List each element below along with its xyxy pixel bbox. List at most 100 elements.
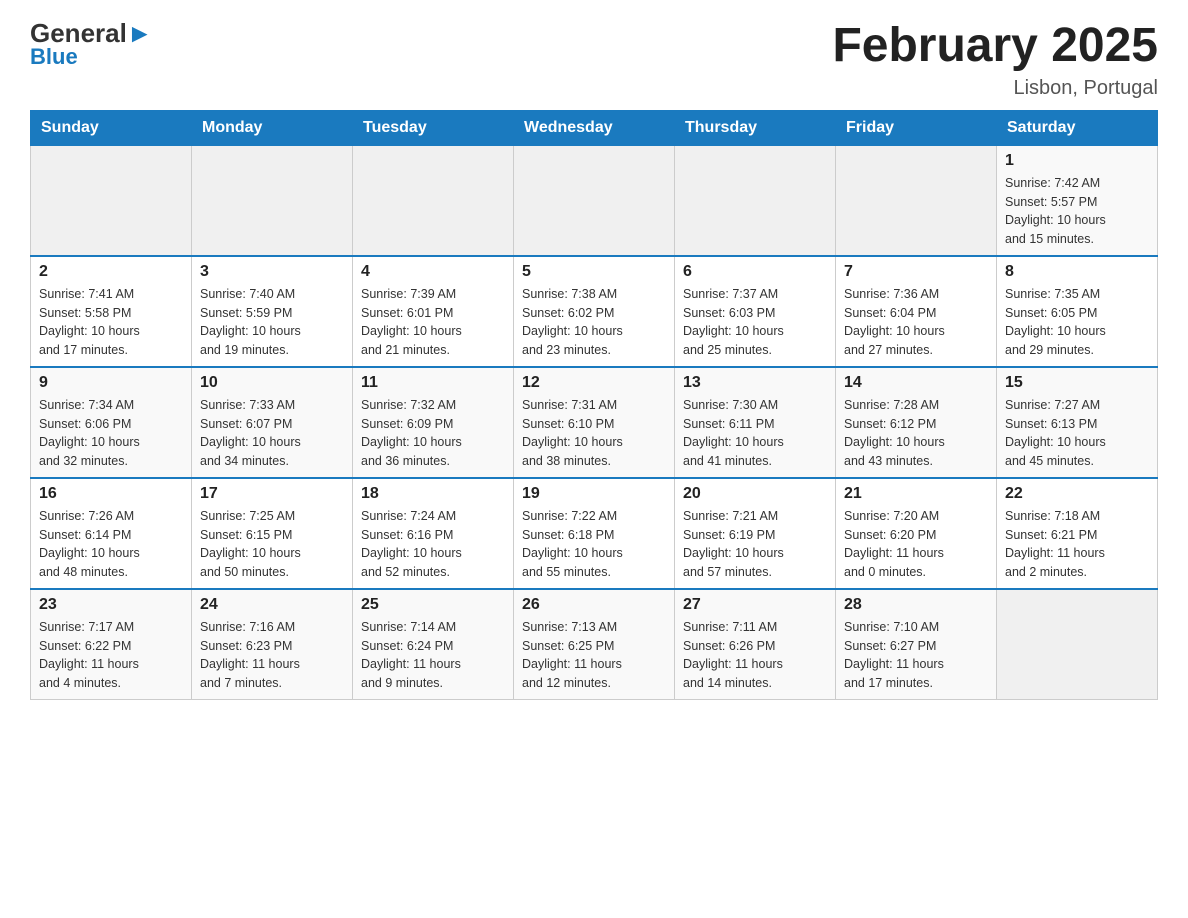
- day-info: Sunrise: 7:14 AMSunset: 6:24 PMDaylight:…: [361, 618, 505, 693]
- day-info: Sunrise: 7:40 AMSunset: 5:59 PMDaylight:…: [200, 285, 344, 360]
- day-number: 15: [1005, 374, 1149, 392]
- table-row: 12 Sunrise: 7:31 AMSunset: 6:10 PMDayligh…: [514, 367, 675, 478]
- calendar-title: February 2025: [832, 20, 1158, 73]
- day-info: Sunrise: 7:30 AMSunset: 6:11 PMDaylight:…: [683, 396, 827, 471]
- day-number: 27: [683, 596, 827, 614]
- col-friday: Friday: [836, 110, 997, 145]
- col-monday: Monday: [192, 110, 353, 145]
- day-number: 8: [1005, 263, 1149, 281]
- table-row: 6 Sunrise: 7:37 AMSunset: 6:03 PMDaylight…: [675, 256, 836, 367]
- table-row: 17 Sunrise: 7:25 AMSunset: 6:15 PMDayligh…: [192, 478, 353, 589]
- calendar-header-row: Sunday Monday Tuesday Wednesday Thursday…: [31, 110, 1158, 145]
- day-info: Sunrise: 7:33 AMSunset: 6:07 PMDaylight:…: [200, 396, 344, 471]
- table-row: 24 Sunrise: 7:16 AMSunset: 6:23 PMDayligh…: [192, 589, 353, 700]
- day-info: Sunrise: 7:13 AMSunset: 6:25 PMDaylight:…: [522, 618, 666, 693]
- day-info: Sunrise: 7:20 AMSunset: 6:20 PMDaylight:…: [844, 507, 988, 582]
- day-info: Sunrise: 7:32 AMSunset: 6:09 PMDaylight:…: [361, 396, 505, 471]
- table-row: [192, 145, 353, 256]
- day-info: Sunrise: 7:11 AMSunset: 6:26 PMDaylight:…: [683, 618, 827, 693]
- col-saturday: Saturday: [997, 110, 1158, 145]
- day-number: 11: [361, 374, 505, 392]
- table-row: 8 Sunrise: 7:35 AMSunset: 6:05 PMDaylight…: [997, 256, 1158, 367]
- day-number: 10: [200, 374, 344, 392]
- calendar-week-row: 23 Sunrise: 7:17 AMSunset: 6:22 PMDayligh…: [31, 589, 1158, 700]
- day-number: 12: [522, 374, 666, 392]
- table-row: 7Sunrise: 7:36 AMSunset: 6:04 PMDaylight…: [836, 256, 997, 367]
- table-row: [836, 145, 997, 256]
- day-number: 26: [522, 596, 666, 614]
- table-row: 22 Sunrise: 7:18 AMSunset: 6:21 PMDayligh…: [997, 478, 1158, 589]
- day-number: 13: [683, 374, 827, 392]
- table-row: 13 Sunrise: 7:30 AMSunset: 6:11 PMDayligh…: [675, 367, 836, 478]
- table-row: [353, 145, 514, 256]
- table-row: 23 Sunrise: 7:17 AMSunset: 6:22 PMDayligh…: [31, 589, 192, 700]
- day-info: Sunrise: 7:27 AMSunset: 6:13 PMDaylight:…: [1005, 396, 1149, 471]
- day-info: Sunrise: 7:26 AMSunset: 6:14 PMDaylight:…: [39, 507, 183, 582]
- table-row: [997, 589, 1158, 700]
- table-row: 5 Sunrise: 7:38 AMSunset: 6:02 PMDaylight…: [514, 256, 675, 367]
- day-number: 20: [683, 485, 827, 503]
- day-info: Sunrise: 7:42 AMSunset: 5:57 PMDaylight:…: [1005, 174, 1149, 249]
- day-number: 24: [200, 596, 344, 614]
- day-info: Sunrise: 7:31 AMSunset: 6:10 PMDaylight:…: [522, 396, 666, 471]
- day-info: Sunrise: 7:37 AMSunset: 6:03 PMDaylight:…: [683, 285, 827, 360]
- day-number: 28: [844, 596, 988, 614]
- day-info: Sunrise: 7:39 AMSunset: 6:01 PMDaylight:…: [361, 285, 505, 360]
- col-tuesday: Tuesday: [353, 110, 514, 145]
- day-number: 4: [361, 263, 505, 281]
- table-row: 26 Sunrise: 7:13 AMSunset: 6:25 PMDayligh…: [514, 589, 675, 700]
- day-number: 16: [39, 485, 183, 503]
- day-info: Sunrise: 7:25 AMSunset: 6:15 PMDaylight:…: [200, 507, 344, 582]
- day-info: Sunrise: 7:16 AMSunset: 6:23 PMDaylight:…: [200, 618, 344, 693]
- table-row: 27 Sunrise: 7:11 AMSunset: 6:26 PMDayligh…: [675, 589, 836, 700]
- day-number: 23: [39, 596, 183, 614]
- day-info: Sunrise: 7:38 AMSunset: 6:02 PMDaylight:…: [522, 285, 666, 360]
- day-number: 6: [683, 263, 827, 281]
- day-number: 9: [39, 374, 183, 392]
- table-row: 11 Sunrise: 7:32 AMSunset: 6:09 PMDayligh…: [353, 367, 514, 478]
- table-row: 21 Sunrise: 7:20 AMSunset: 6:20 PMDayligh…: [836, 478, 997, 589]
- col-thursday: Thursday: [675, 110, 836, 145]
- table-row: 10 Sunrise: 7:33 AMSunset: 6:07 PMDayligh…: [192, 367, 353, 478]
- col-sunday: Sunday: [31, 110, 192, 145]
- calendar-subtitle: Lisbon, Portugal: [832, 77, 1158, 100]
- day-number: 19: [522, 485, 666, 503]
- calendar-table: Sunday Monday Tuesday Wednesday Thursday…: [30, 110, 1158, 700]
- day-info: Sunrise: 7:28 AMSunset: 6:12 PMDaylight:…: [844, 396, 988, 471]
- logo-general-text: General►: [30, 20, 153, 46]
- day-number: 14: [844, 374, 988, 392]
- logo-blue-text: Blue: [30, 44, 78, 70]
- day-info: Sunrise: 7:21 AMSunset: 6:19 PMDaylight:…: [683, 507, 827, 582]
- table-row: 1 Sunrise: 7:42 AMSunset: 5:57 PMDaylight…: [997, 145, 1158, 256]
- calendar-week-row: 2Sunrise: 7:41 AMSunset: 5:58 PMDaylight…: [31, 256, 1158, 367]
- table-row: 25Sunrise: 7:14 AMSunset: 6:24 PMDayligh…: [353, 589, 514, 700]
- calendar-week-row: 1 Sunrise: 7:42 AMSunset: 5:57 PMDaylight…: [31, 145, 1158, 256]
- calendar-week-row: 9 Sunrise: 7:34 AMSunset: 6:06 PMDaylight…: [31, 367, 1158, 478]
- table-row: 4 Sunrise: 7:39 AMSunset: 6:01 PMDaylight…: [353, 256, 514, 367]
- day-info: Sunrise: 7:34 AMSunset: 6:06 PMDaylight:…: [39, 396, 183, 471]
- day-number: 22: [1005, 485, 1149, 503]
- table-row: 15 Sunrise: 7:27 AMSunset: 6:13 PMDayligh…: [997, 367, 1158, 478]
- table-row: 3 Sunrise: 7:40 AMSunset: 5:59 PMDaylight…: [192, 256, 353, 367]
- day-info: Sunrise: 7:18 AMSunset: 6:21 PMDaylight:…: [1005, 507, 1149, 582]
- col-wednesday: Wednesday: [514, 110, 675, 145]
- table-row: 9 Sunrise: 7:34 AMSunset: 6:06 PMDaylight…: [31, 367, 192, 478]
- day-info: Sunrise: 7:35 AMSunset: 6:05 PMDaylight:…: [1005, 285, 1149, 360]
- day-number: 1: [1005, 152, 1149, 170]
- day-number: 5: [522, 263, 666, 281]
- table-row: 19Sunrise: 7:22 AMSunset: 6:18 PMDayligh…: [514, 478, 675, 589]
- table-row: 18Sunrise: 7:24 AMSunset: 6:16 PMDayligh…: [353, 478, 514, 589]
- day-number: 21: [844, 485, 988, 503]
- table-row: 28Sunrise: 7:10 AMSunset: 6:27 PMDayligh…: [836, 589, 997, 700]
- page-header: General► Blue February 2025 Lisbon, Port…: [30, 20, 1158, 100]
- day-number: 3: [200, 263, 344, 281]
- day-number: 17: [200, 485, 344, 503]
- day-info: Sunrise: 7:17 AMSunset: 6:22 PMDaylight:…: [39, 618, 183, 693]
- logo: General► Blue: [30, 20, 153, 70]
- day-number: 7: [844, 263, 988, 281]
- table-row: [675, 145, 836, 256]
- day-number: 2: [39, 263, 183, 281]
- calendar-week-row: 16 Sunrise: 7:26 AMSunset: 6:14 PMDayligh…: [31, 478, 1158, 589]
- table-row: 2Sunrise: 7:41 AMSunset: 5:58 PMDaylight…: [31, 256, 192, 367]
- table-row: 16 Sunrise: 7:26 AMSunset: 6:14 PMDayligh…: [31, 478, 192, 589]
